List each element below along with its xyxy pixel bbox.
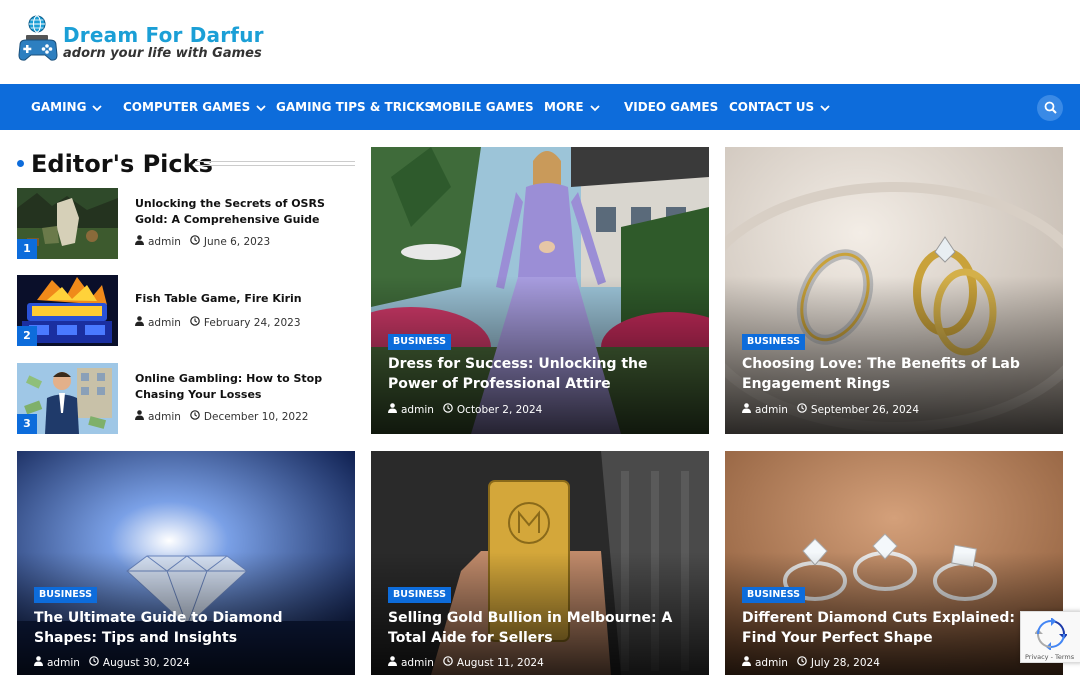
site-header: Dream For Darfur adorn your life with Ga…	[0, 0, 1080, 84]
nav-item-gaming-tips[interactable]: GAMING TIPS & TRICKS	[276, 84, 433, 130]
post-meta: admin December 10, 2022	[135, 410, 308, 423]
post-meta: admin February 24, 2023	[135, 316, 301, 329]
user-icon	[135, 410, 144, 423]
editors-picks-heading: Editor's Picks	[31, 150, 213, 178]
post-meta: admin October 2, 2024	[388, 403, 542, 416]
post-title-link[interactable]: Selling Gold Bullion in Melbourne: A Tot…	[388, 608, 695, 648]
clock-icon	[443, 656, 453, 669]
gamepad-globe-logo-icon[interactable]	[17, 15, 59, 63]
nav-item-video-games[interactable]: VIDEO GAMES	[624, 84, 718, 130]
post-date[interactable]: August 11, 2024	[457, 657, 544, 669]
featured-post-card[interactable]: BUSINESS Dress for Success: Unlocking th…	[371, 147, 709, 434]
post-meta: admin July 28, 2024	[742, 656, 880, 669]
user-icon	[388, 403, 397, 416]
recaptcha-badge[interactable]: Privacy - Terms	[1020, 611, 1080, 663]
user-icon	[388, 656, 397, 669]
nav-item-label: MOBILE GAMES	[430, 100, 534, 114]
clock-icon	[190, 410, 200, 423]
nav-item-contact-us[interactable]: CONTACT US	[729, 84, 830, 130]
post-title-link[interactable]: Dress for Success: Unlocking the Power o…	[388, 354, 695, 394]
user-icon	[135, 235, 144, 248]
nav-item-gaming[interactable]: GAMING	[31, 84, 103, 131]
list-item: 1 Unlocking the Secrets of OSRS Gold: A …	[17, 188, 355, 260]
pick-thumbnail[interactable]: 3	[17, 363, 118, 434]
search-icon	[1044, 99, 1057, 118]
clock-icon	[89, 656, 99, 669]
search-button[interactable]	[1037, 95, 1063, 121]
category-badge[interactable]: BUSINESS	[742, 334, 806, 350]
post-meta: admin June 6, 2023	[135, 235, 270, 248]
user-icon	[135, 316, 144, 329]
clock-icon	[443, 403, 453, 416]
list-item: 3 Online Gambling: How to Stop Chasing Y…	[17, 363, 355, 435]
nav-item-label: GAMING	[31, 100, 87, 114]
user-icon	[742, 656, 751, 669]
nav-item-mobile-games[interactable]: MOBILE GAMES	[430, 84, 534, 130]
post-author[interactable]: admin	[755, 404, 788, 416]
user-icon	[742, 403, 751, 416]
pick-title-link[interactable]: Online Gambling: How to Stop Chasing You…	[135, 371, 350, 403]
featured-post-card[interactable]: BUSINESS The Ultimate Guide to Diamond S…	[17, 451, 355, 675]
category-badge[interactable]: BUSINESS	[742, 587, 806, 603]
post-author[interactable]: admin	[148, 317, 181, 329]
post-date[interactable]: February 24, 2023	[204, 317, 301, 329]
nav-item-more[interactable]: MORE	[544, 84, 600, 130]
recaptcha-privacy-terms-link[interactable]: Privacy - Terms	[1025, 653, 1074, 661]
post-author[interactable]: admin	[47, 657, 80, 669]
clock-icon	[190, 235, 200, 248]
site-title[interactable]: Dream For Darfur	[63, 22, 264, 48]
post-author[interactable]: admin	[755, 657, 788, 669]
pick-rank-number: 1	[17, 239, 37, 259]
main-navigation: GAMING COMPUTER GAMES GAMING TIPS & TRIC…	[0, 84, 1080, 130]
featured-post-card[interactable]: BUSINESS Choosing Love: The Benefits of …	[725, 147, 1063, 434]
post-meta: admin September 26, 2024	[742, 403, 919, 416]
chevron-down-icon	[589, 85, 600, 131]
nav-item-label: MORE	[544, 100, 584, 114]
post-date[interactable]: December 10, 2022	[204, 411, 309, 423]
featured-post-card[interactable]: BUSINESS Different Diamond Cuts Explaine…	[725, 451, 1063, 675]
featured-post-card[interactable]: BUSINESS Selling Gold Bullion in Melbour…	[371, 451, 709, 675]
user-icon	[34, 656, 43, 669]
nav-item-label: CONTACT US	[729, 100, 815, 114]
list-item: 2 Fish Table Game, Fire Kirin admin Febr…	[17, 275, 355, 347]
bullet-dot	[17, 160, 24, 167]
post-title-link[interactable]: The Ultimate Guide to Diamond Shapes: Ti…	[34, 608, 341, 648]
post-title-link[interactable]: Choosing Love: The Benefits of Lab Engag…	[742, 354, 1049, 394]
post-date[interactable]: July 28, 2024	[811, 657, 880, 669]
pick-thumbnail[interactable]: 2	[17, 275, 118, 346]
recaptcha-icon	[1034, 617, 1068, 654]
heading-divider	[195, 161, 355, 166]
post-date[interactable]: September 26, 2024	[811, 404, 919, 416]
nav-item-computer-games[interactable]: COMPUTER GAMES	[123, 84, 266, 130]
category-badge[interactable]: BUSINESS	[388, 334, 452, 350]
clock-icon	[797, 656, 807, 669]
clock-icon	[797, 403, 807, 416]
category-badge[interactable]: BUSINESS	[34, 587, 98, 603]
category-badge[interactable]: BUSINESS	[388, 587, 452, 603]
chevron-down-icon	[92, 85, 103, 131]
pick-thumbnail[interactable]: 1	[17, 188, 118, 259]
post-author[interactable]: admin	[401, 657, 434, 669]
post-meta: admin August 11, 2024	[388, 656, 544, 669]
chevron-down-icon	[820, 85, 830, 131]
post-author[interactable]: admin	[401, 404, 434, 416]
editors-picks-header: Editor's Picks	[17, 148, 355, 182]
pick-title-link[interactable]: Fish Table Game, Fire Kirin	[135, 291, 350, 307]
pick-title-link[interactable]: Unlocking the Secrets of OSRS Gold: A Co…	[135, 196, 350, 228]
pick-rank-number: 3	[17, 414, 37, 434]
pick-rank-number: 2	[17, 326, 37, 346]
nav-item-label: VIDEO GAMES	[624, 100, 719, 114]
chevron-down-icon	[256, 85, 266, 131]
post-date[interactable]: October 2, 2024	[457, 404, 542, 416]
post-date[interactable]: August 30, 2024	[103, 657, 190, 669]
site-tagline: adorn your life with Games	[63, 46, 262, 61]
post-title-link[interactable]: Different Diamond Cuts Explained: Find Y…	[742, 608, 1049, 648]
post-date[interactable]: June 6, 2023	[204, 236, 270, 248]
nav-item-label: GAMING TIPS & TRICKS	[276, 100, 434, 114]
clock-icon	[190, 316, 200, 329]
post-author[interactable]: admin	[148, 411, 181, 423]
post-author[interactable]: admin	[148, 236, 181, 248]
nav-item-label: COMPUTER GAMES	[123, 100, 251, 114]
post-meta: admin August 30, 2024	[34, 656, 190, 669]
